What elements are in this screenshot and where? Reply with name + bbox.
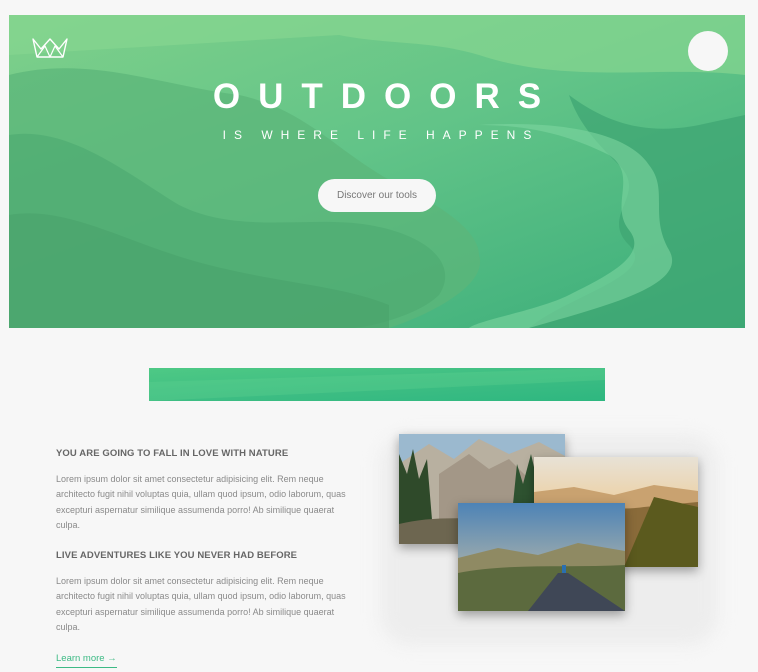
crown-logo-icon[interactable] — [32, 37, 68, 59]
hero-subtitle: IS WHERE LIFE HAPPENS — [222, 128, 540, 142]
section-heading: YOU ARE GOING TO FALL IN LOVE WITH NATUR… — [56, 448, 289, 459]
section-heading: LIVE ADVENTURES LIKE YOU NEVER HAD BEFOR… — [56, 550, 298, 562]
hero-title: OUTDOORS — [212, 77, 560, 116]
hero-landscape-image — [9, 15, 745, 328]
hero-section: OUTDOORS IS WHERE LIFE HAPPENS Discover … — [9, 15, 745, 328]
feature-text-column: YOU ARE GOING TO FALL IN LOVE WITH NATUR… — [56, 448, 351, 635]
valley-road-photo[interactable] — [458, 503, 625, 611]
learn-more-link[interactable]: Learn more → — [56, 653, 117, 668]
discover-tools-button[interactable]: Discover our tools — [318, 179, 436, 212]
photo-collage — [380, 425, 720, 650]
menu-toggle-icon[interactable] — [688, 31, 728, 71]
section-paragraph: Lorem ipsum dolor sit amet consectetur a… — [56, 474, 346, 530]
section-paragraph: Lorem ipsum dolor sit amet consectetur a… — [56, 576, 346, 633]
section-divider-banner — [149, 368, 605, 401]
